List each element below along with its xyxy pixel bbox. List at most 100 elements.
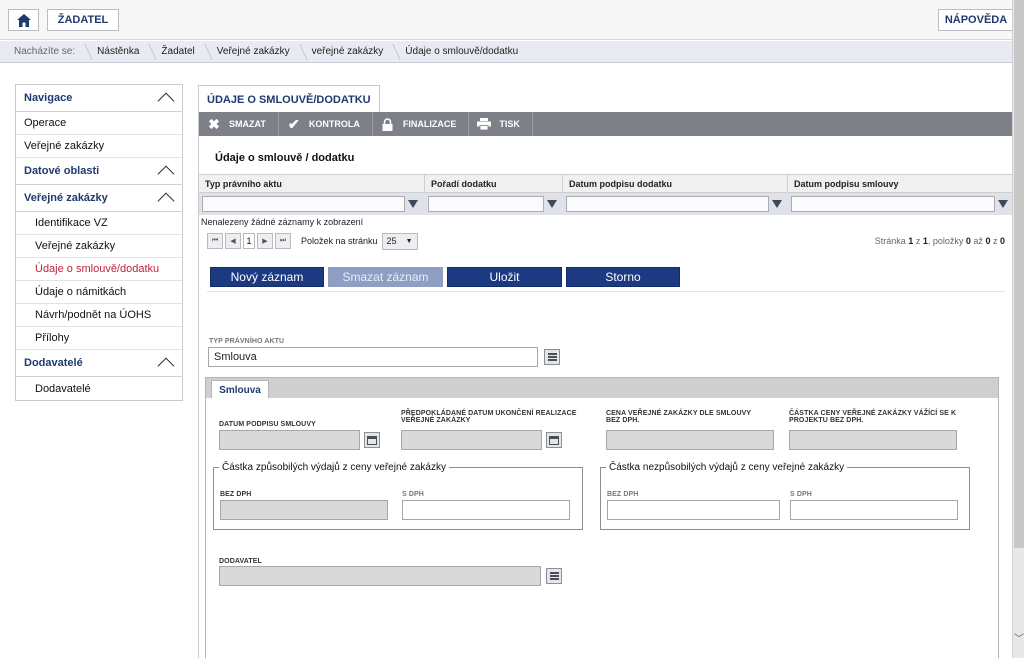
breadcrumb-current: Údaje o smlouvě/dodatku [405,45,519,57]
filter-input[interactable] [202,196,405,212]
filter-icon[interactable] [547,200,557,208]
check-icon: ✔ [287,116,300,132]
filter-input[interactable] [791,196,995,212]
help-button[interactable]: NÁPOVĚDA [938,9,1014,31]
pager: ⏮ ◀ 1 ▶ ⏭ Položek na stránku 25 ▼ Stránk… [199,230,1013,252]
sidebar-section-datove-oblasti[interactable]: Datové oblasti [16,158,182,185]
without-vat-label: BEZ DPH [220,491,252,498]
list-icon [547,353,557,361]
project-amount-field[interactable] [789,430,957,450]
sidebar-item-navrh-uohs[interactable]: Návrh/podnět na ÚOHS [16,304,182,327]
sidebar-section-dodavatele[interactable]: Dodavatelé [16,350,182,377]
supplier-field[interactable] [219,566,541,586]
sidebar-item-dodavatele[interactable]: Dodavatelé [16,377,182,400]
filter-input[interactable] [566,196,769,212]
contract-sign-date-field[interactable] [219,430,360,450]
eligible-with-vat-field[interactable] [402,500,570,520]
filter-input[interactable] [428,196,544,212]
delete-record-button[interactable]: Smazat záznam [328,267,443,287]
with-vat-label: S DPH [402,491,424,498]
column-header[interactable]: Typ právního aktu [199,175,425,192]
expected-end-date-field[interactable] [401,430,542,450]
chevron-up-icon[interactable] [157,192,175,210]
ineligible-without-vat-field[interactable] [607,500,780,520]
list-icon [549,572,559,580]
chevron-up-icon[interactable] [157,92,175,110]
calendar-icon [549,435,559,445]
sidebar-item-udaje-o-namitkach[interactable]: Údaje o námitkách [16,281,182,304]
filter-icon[interactable] [408,200,418,208]
sidebar-item-verejne-zakazky-sub[interactable]: Veřejné zakázky [16,235,182,258]
home-button[interactable] [8,9,39,31]
divider [207,291,1005,292]
sidebar-item-prilohy[interactable]: Přílohy [16,327,182,350]
finalize-tool-button[interactable]: FINALIZACE [373,112,470,136]
with-vat-label: S DPH [790,491,812,498]
print-tool-label: TISK [499,119,520,129]
column-header[interactable]: Pořadí dodatku [425,175,563,192]
calendar-button[interactable] [364,432,380,448]
sidebar-item-verejne-zakazky[interactable]: Veřejné zakázky [16,135,182,158]
top-bar: ŽADATEL NÁPOVĚDA [0,0,1014,40]
sidebar-item-udaje-o-smlouve[interactable]: Údaje o smlouvě/dodatku [16,258,182,281]
pager-info-text: až [973,236,983,246]
new-record-button[interactable]: Nový záznam [210,267,324,287]
lock-icon [381,117,395,131]
detail-panel: DATUM PODPISU SMLOUVY PŘEDPOKLÁDANÉ DATU… [205,398,999,658]
delete-tool-button[interactable]: ✖ SMAZAT [199,112,279,136]
detail-tab-strip: Smlouva [205,377,999,400]
cancel-button[interactable]: Storno [566,267,680,287]
printer-icon [477,117,492,131]
chevron-up-icon[interactable] [157,165,175,183]
sidebar-item-identifikace-vz[interactable]: Identifikace VZ [16,212,182,235]
page-number[interactable]: 1 [243,233,255,249]
tab-udaje-o-smlouve[interactable]: ÚDAJE O SMLOUVĚ/DODATKU [198,85,380,113]
sidebar-item-operace[interactable]: Operace [16,112,182,135]
per-page-select[interactable]: 25 ▼ [381,232,418,250]
sidebar-section-title: Veřejné zakázky [24,192,108,204]
per-page-value: 25 [386,236,397,246]
next-page-button[interactable]: ▶ [257,233,273,249]
breadcrumb: Nacházíte se: Nástěnka Žadatel Veřejné z… [0,41,1012,63]
list-select-button[interactable] [544,349,560,365]
check-tool-button[interactable]: ✔ KONTROLA [279,112,373,136]
delete-tool-label: SMAZAT [229,119,266,129]
legal-act-type-field[interactable]: Smlouva [208,347,538,367]
sidebar-nav: Navigace Operace Veřejné zakázky Datové … [15,84,183,401]
eligible-without-vat-field[interactable] [220,500,388,520]
save-button[interactable]: Uložit [447,267,562,287]
first-page-button[interactable]: ⏮ [207,233,223,249]
zadatel-button[interactable]: ŽADATEL [47,9,119,31]
list-select-button[interactable] [546,568,562,584]
filter-icon[interactable] [998,200,1008,208]
sidebar-section-navigace[interactable]: Navigace [16,85,182,112]
main-panel: ✖ SMAZAT ✔ KONTROLA FINALIZACE TISK Údaj… [198,112,1013,658]
sidebar-section-verejne-zakazky[interactable]: Veřejné zakázky [16,185,182,212]
breadcrumb-item[interactable]: Veřejné zakázky [207,41,302,63]
last-page-button[interactable]: ⏭ [275,233,291,249]
filter-icon[interactable] [772,200,782,208]
breadcrumb-item[interactable]: Nástěnka [87,41,151,63]
price-field[interactable] [606,430,774,450]
caret-down-icon: ▼ [405,237,413,245]
section-title: Údaje o smlouvě / dodatku [215,152,355,164]
pager-from: 0 [965,236,971,246]
eligible-group-title: Částka způsobilých výdajů z ceny veřejné… [222,462,446,473]
calendar-button[interactable] [546,432,562,448]
finalize-tool-label: FINALIZACE [402,119,457,129]
breadcrumb-prefix: Nacházíte se: [0,41,87,63]
ineligible-with-vat-field[interactable] [790,500,958,520]
records-grid: Typ právního aktu Pořadí dodatku Datum p… [199,174,1013,229]
column-header[interactable]: Datum podpisu dodatku [563,175,788,192]
breadcrumb-item[interactable]: veřejné zakázky [302,41,396,63]
chevron-up-icon[interactable] [157,357,175,375]
scrollbar-thumb[interactable] [1014,0,1024,548]
chevron-down-icon[interactable]: ﹀ [1014,634,1024,646]
project-amount-label: ČÁSTKA CENY VEŘEJNÉ ZAKÁZKY VÁŽÍCÍ SE K … [789,410,957,424]
column-header[interactable]: Datum podpisu smlouvy [788,175,1013,192]
print-tool-button[interactable]: TISK [469,112,533,136]
prev-page-button[interactable]: ◀ [225,233,241,249]
breadcrumb-item[interactable]: Žadatel [151,41,206,63]
tab-smlouva[interactable]: Smlouva [211,380,269,400]
vertical-scrollbar[interactable]: ﹀ [1012,0,1024,658]
